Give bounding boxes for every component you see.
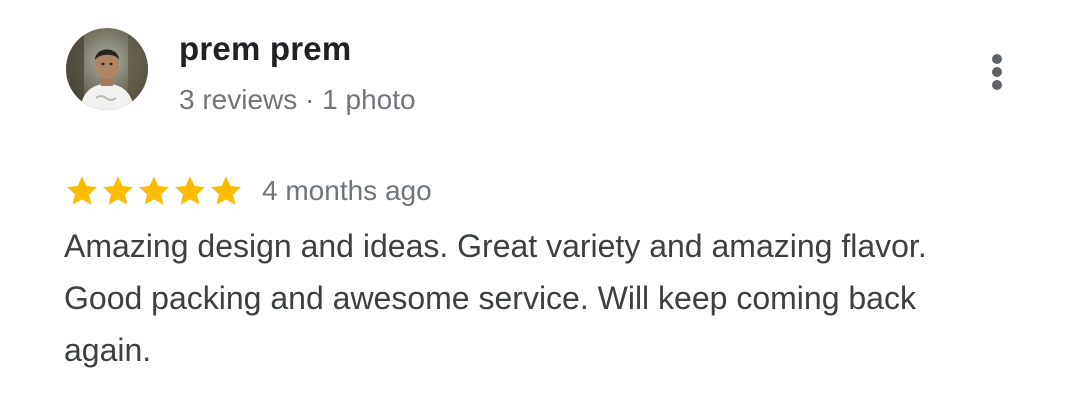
rating-row: 4 months ago [64,170,432,212]
star-icon [103,176,133,205]
star-icon [211,176,241,205]
star-icon [175,176,205,205]
more-options-button[interactable] [980,48,1016,96]
avatar[interactable] [66,28,148,110]
avatar-image [66,28,148,110]
star-icon [139,176,169,205]
review-text: Amazing design and ideas. Great variety … [64,228,927,368]
star-rating [64,173,244,209]
star-icon [67,176,97,205]
reviewer-name[interactable]: prem prem [179,30,351,68]
review-time: 4 months ago [262,175,432,206]
review-card: prem prem 3 reviews · 1 photo 4 months a… [0,0,1080,414]
reviewer-meta[interactable]: 3 reviews · 1 photo [179,84,416,116]
